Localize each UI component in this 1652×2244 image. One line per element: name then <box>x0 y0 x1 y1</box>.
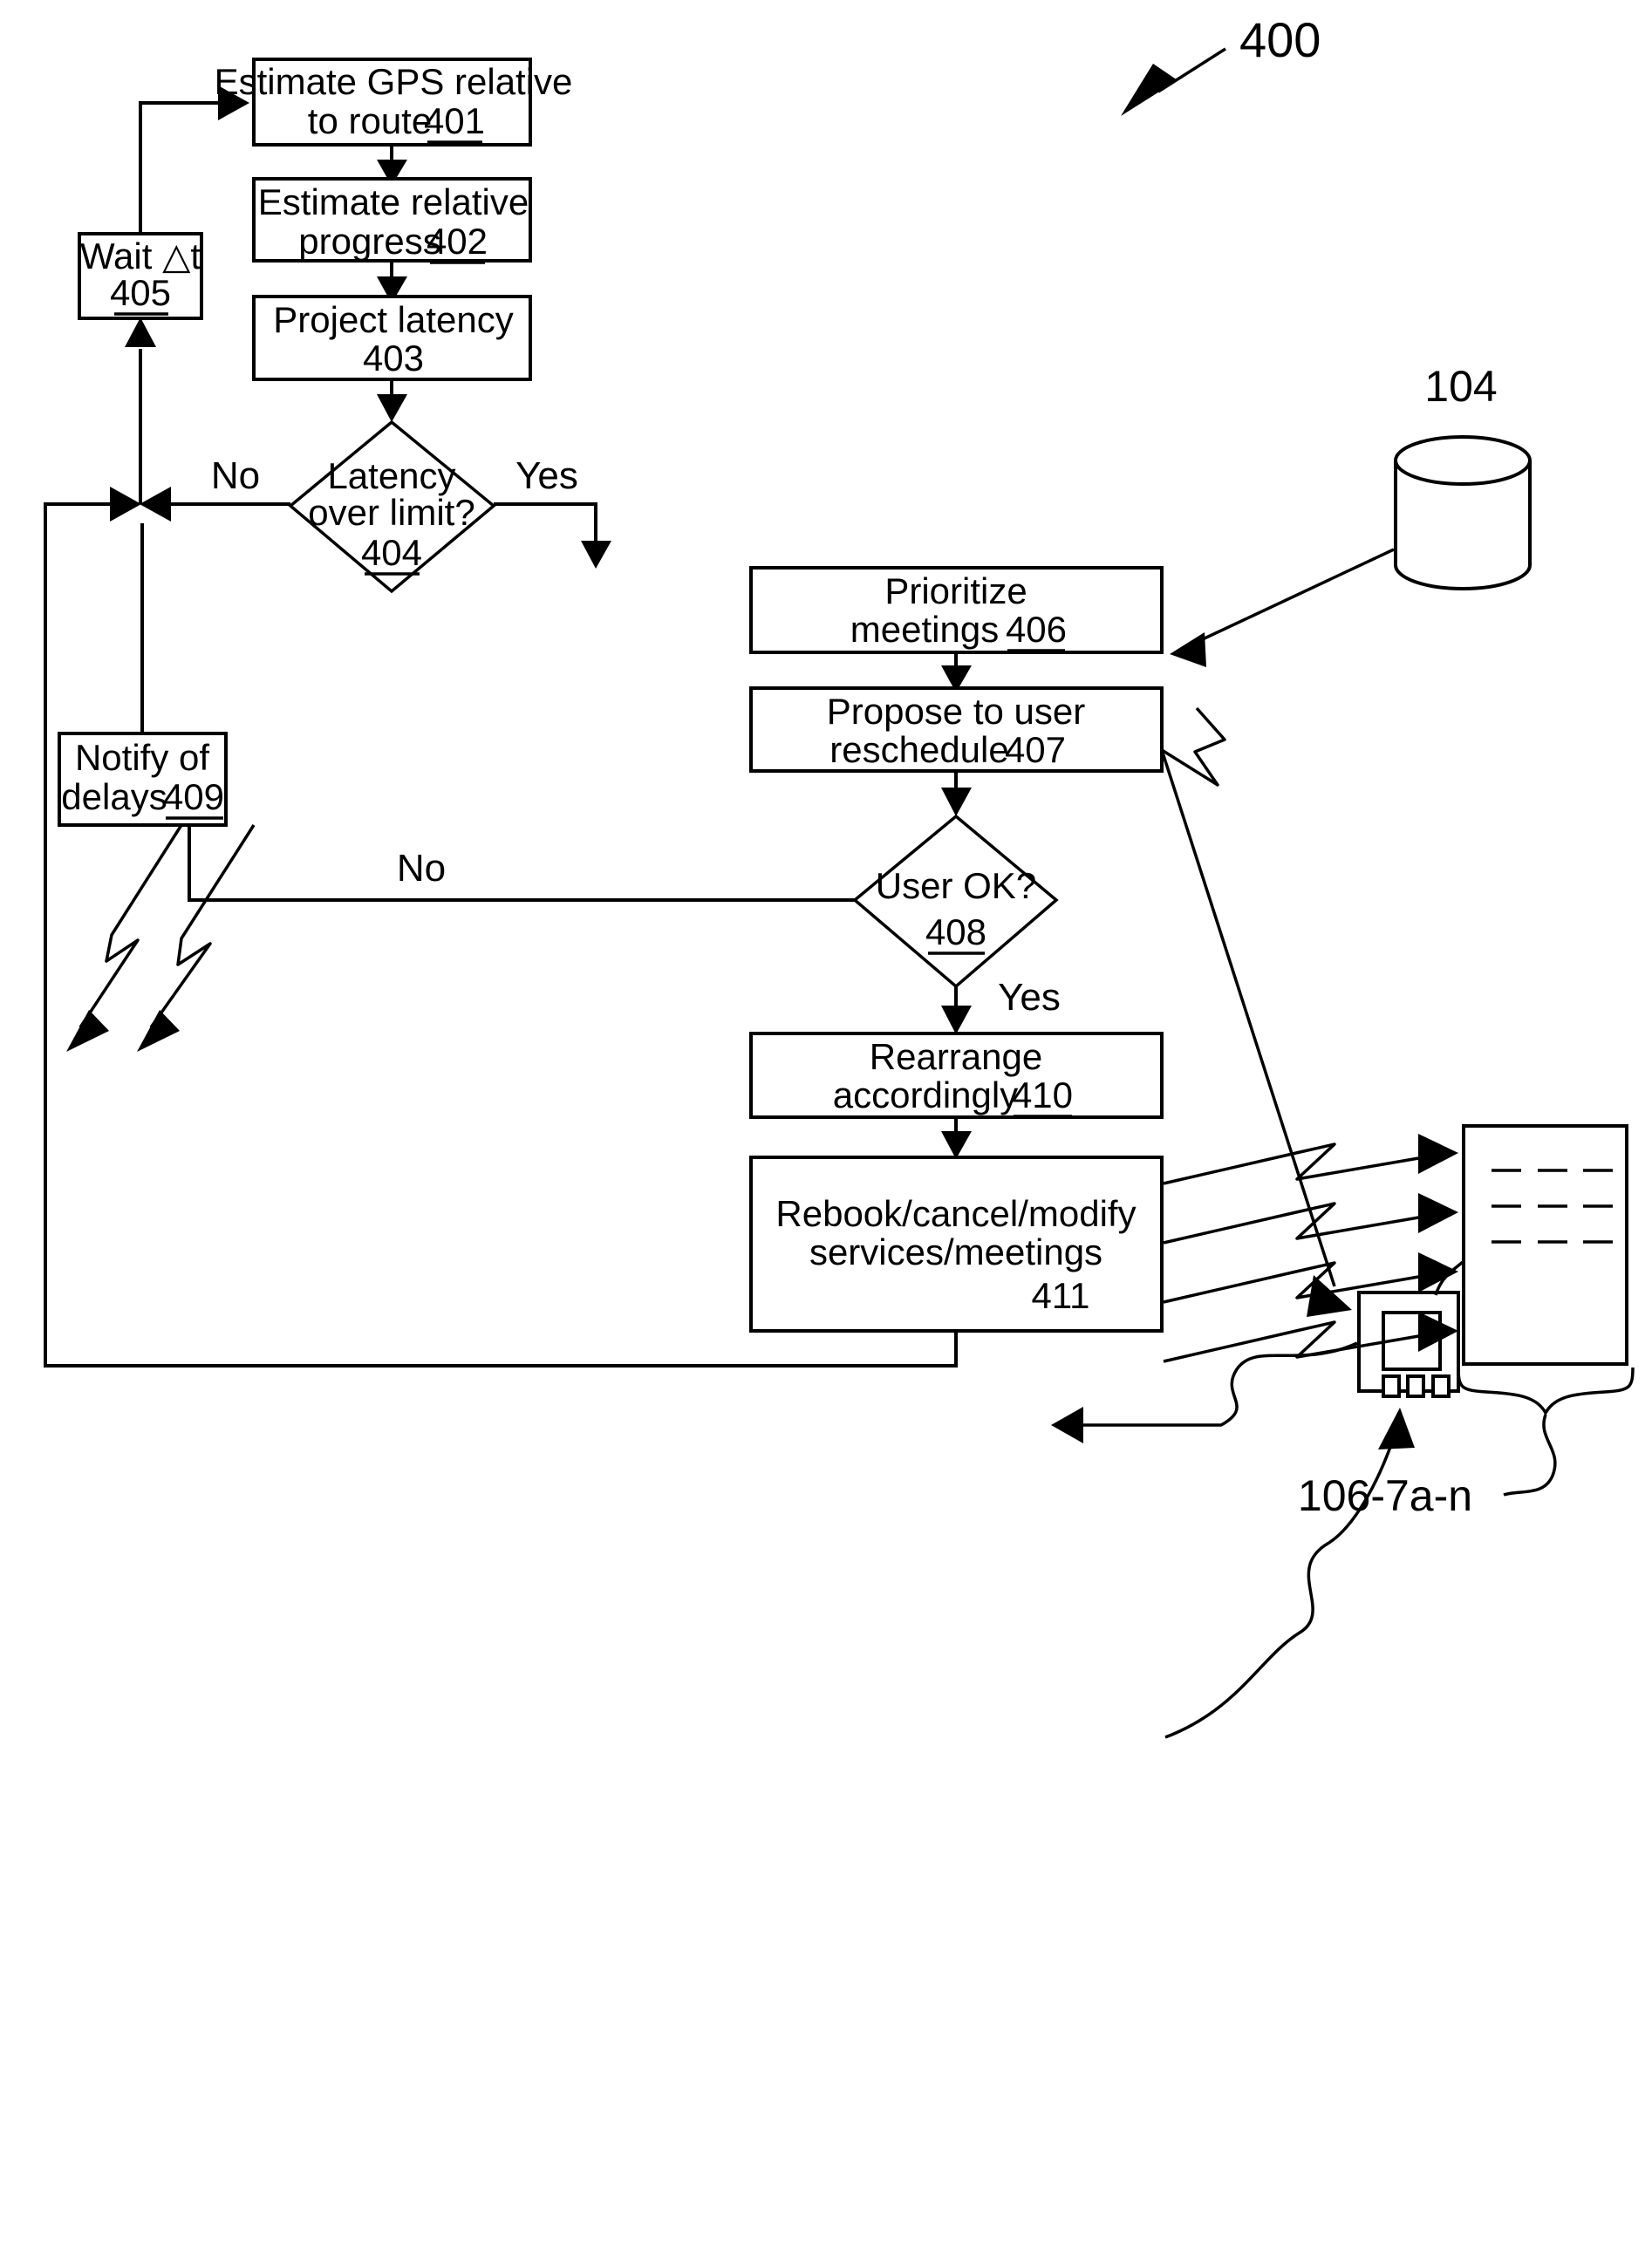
step-407-text-line2: reschedule <box>829 729 1008 770</box>
label-408-no: No <box>397 847 446 890</box>
step-405: Wait △t 405 <box>78 232 203 320</box>
step-406-text-line1: Prioritize <box>884 570 1027 611</box>
figure-background <box>0 0 1652 2244</box>
step-409: Notify of delays 409 <box>58 732 228 827</box>
step-411-ref: 411 <box>1032 1275 1090 1316</box>
decision-404-ref: 404 <box>361 532 422 573</box>
documents-106-7a-n <box>1462 1124 1628 1366</box>
step-407-ref: 407 <box>1005 729 1066 770</box>
step-410-ref: 410 <box>1012 1074 1073 1115</box>
step-405-text-line1: Wait △t <box>80 235 201 276</box>
step-410: Rearrange accordingly 410 <box>749 1032 1164 1119</box>
step-407-text-line1: Propose to user <box>827 691 1086 732</box>
step-406: Prioritize meetings 406 <box>749 566 1164 654</box>
decision-408-ref: 408 <box>925 911 986 952</box>
label-404-no: No <box>211 454 260 497</box>
step-403-text-line1: Project latency <box>273 299 513 340</box>
step-409-ref: 409 <box>163 776 224 817</box>
step-407: Propose to user reschedule 407 <box>749 686 1164 773</box>
step-411-text-line2: services/meetings <box>809 1231 1102 1272</box>
step-411: Rebook/cancel/modify services/meetings 4… <box>749 1156 1164 1333</box>
step-402-ref: 402 <box>427 221 488 262</box>
figure-number-label: 400 <box>1239 12 1321 67</box>
step-401-ref: 401 <box>424 100 485 141</box>
step-411-text-line1: Rebook/cancel/modify <box>775 1193 1136 1234</box>
step-406-text-line2: meetings <box>850 609 999 650</box>
decision-408-text-line1: User OK? <box>876 865 1036 906</box>
step-409-text-line2: delays <box>61 776 167 817</box>
documents-ref-label: 106-7a-n <box>1298 1471 1472 1520</box>
step-401-text-line1: Estimate GPS relative <box>215 61 573 102</box>
step-401: Estimate GPS relative to route 401 <box>215 58 573 147</box>
step-403: Project latency 403 <box>252 295 532 381</box>
patent-figure-400: 400 Estimate GPS relative to route 401 E… <box>0 0 1652 2244</box>
decision-404-text-line2: over limit? <box>308 492 474 533</box>
step-402-text-line1: Estimate relative <box>258 181 529 222</box>
step-406-ref: 406 <box>1006 609 1067 650</box>
step-402: Estimate relative progress 402 <box>252 177 532 264</box>
database-104-ref: 104 <box>1424 362 1497 411</box>
step-410-text-line1: Rearrange <box>870 1036 1042 1077</box>
step-410-text-line2: accordingly <box>833 1074 1018 1115</box>
label-404-yes: Yes <box>515 454 578 497</box>
step-402-text-line2: progress <box>298 221 440 262</box>
step-405-ref: 405 <box>110 272 171 313</box>
step-409-text-line1: Notify of <box>75 737 209 778</box>
decision-404-text-line1: Latency <box>327 455 455 496</box>
step-403-ref: 403 <box>363 338 424 379</box>
flowchart-canvas-full: 400 Estimate GPS relative to route 401 E… <box>0 0 1652 2244</box>
label-408-yes: Yes <box>998 976 1061 1019</box>
step-401-text-line2: to route <box>308 100 432 141</box>
